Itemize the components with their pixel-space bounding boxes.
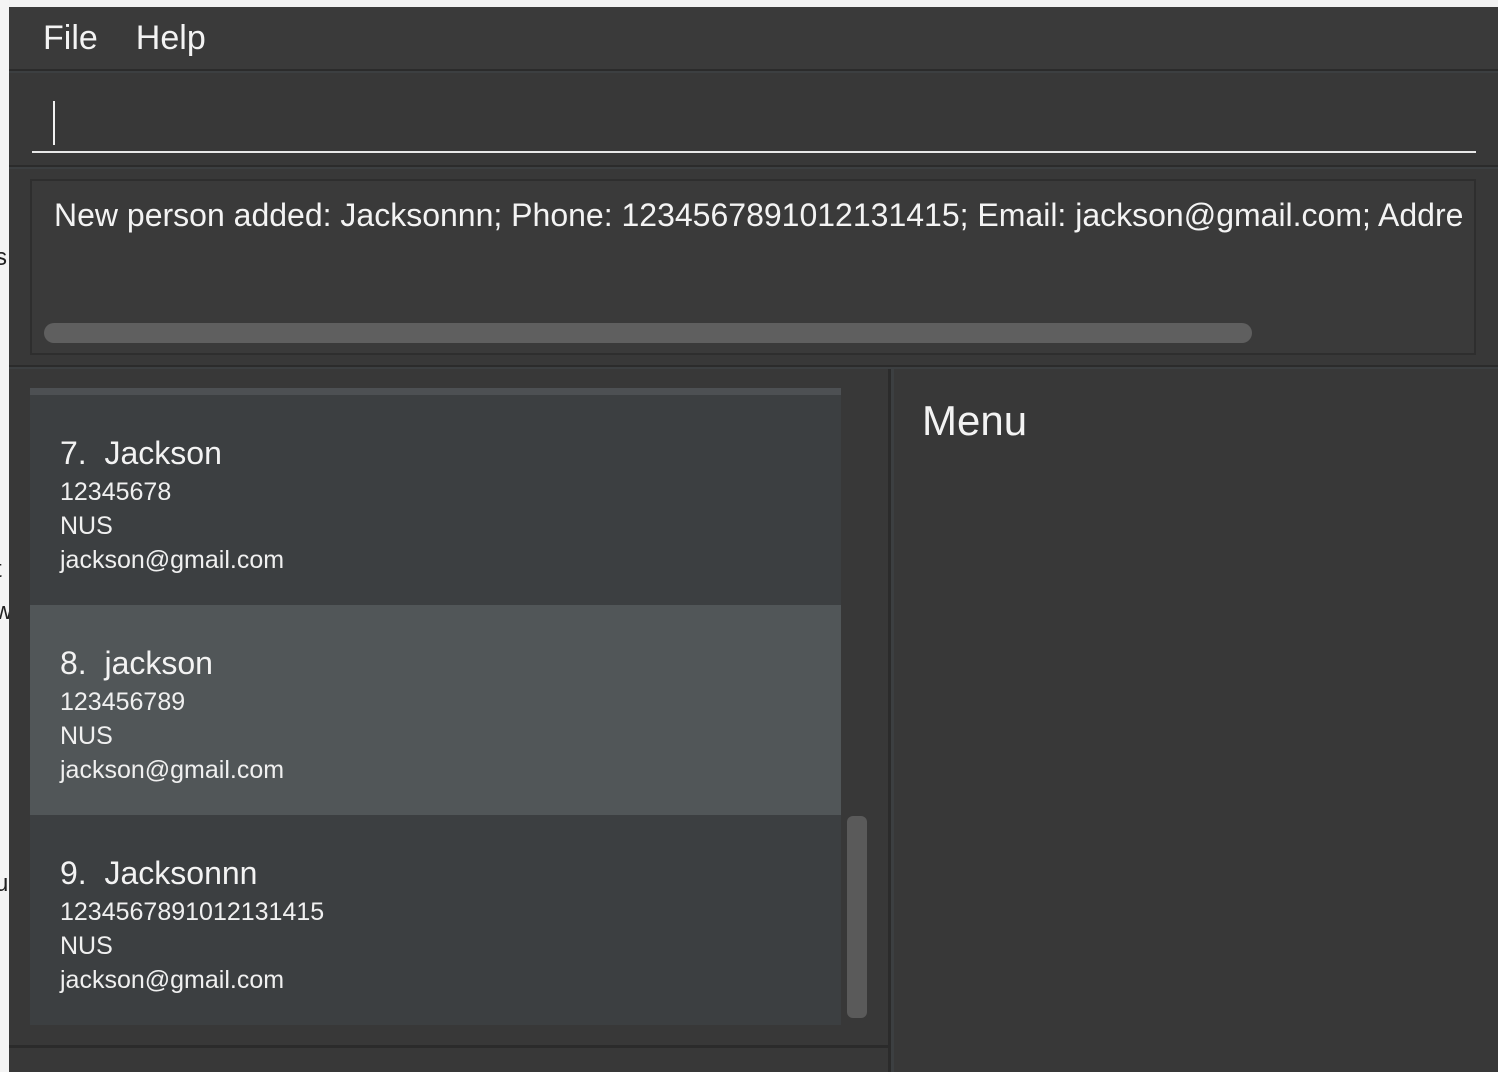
person-card-7[interactable]: 7. Jackson 12345678 NUS jackson@gmail.co… — [30, 395, 841, 605]
command-box-area — [9, 73, 1498, 167]
app-window: File Help New person added: Jacksonnn; P… — [9, 7, 1498, 1072]
person-address: NUS — [60, 932, 113, 960]
person-address: NUS — [60, 512, 113, 540]
menu-help[interactable]: Help — [136, 19, 206, 58]
person-email: jackson@gmail.com — [60, 756, 285, 784]
person-list[interactable]: 7. Jackson 12345678 NUS jackson@gmail.co… — [30, 388, 841, 1025]
desktop-top-edge — [0, 0, 1498, 7]
person-card-8[interactable]: 8. jackson 123456789 NUS jackson@gmail.c… — [30, 605, 841, 815]
person-email: jackson@gmail.com — [60, 546, 285, 574]
person-name: 9. Jacksonnn — [60, 855, 258, 891]
list-partial-row — [30, 388, 841, 395]
list-vertical-scrollbar[interactable] — [847, 816, 867, 1018]
person-address: NUS — [60, 722, 113, 750]
person-list-panel: 7. Jackson 12345678 NUS jackson@gmail.co… — [9, 369, 891, 1072]
result-horizontal-scrollbar[interactable] — [44, 323, 1252, 343]
person-name: 8. jackson — [60, 645, 213, 681]
text-caret — [53, 101, 55, 145]
person-phone: 1234567891012131415 — [60, 898, 325, 926]
result-display[interactable]: New person added: Jacksonnn; Phone: 1234… — [30, 179, 1476, 355]
person-phone: 123456789 — [60, 688, 186, 716]
background-text-fragment: s — [0, 244, 7, 271]
person-phone: 12345678 — [60, 478, 172, 506]
background-text-fragment: w — [0, 598, 9, 625]
person-name: 7. Jackson — [60, 435, 222, 471]
background-text-fragment: u — [0, 870, 9, 897]
background-text-fragment: t — [0, 556, 2, 584]
list-panel-divider — [9, 1045, 891, 1048]
menu-file[interactable]: File — [43, 19, 98, 58]
person-email: jackson@gmail.com — [60, 966, 285, 994]
command-input[interactable] — [32, 89, 1476, 153]
menu-panel: Menu — [894, 369, 1498, 1072]
result-message: New person added: Jacksonnn; Phone: 1234… — [54, 197, 1464, 233]
menu-panel-title: Menu — [922, 397, 1028, 444]
menu-bar: File Help — [9, 7, 1498, 71]
person-card-9[interactable]: 9. Jacksonnn 1234567891012131415 NUS jac… — [30, 815, 841, 1025]
result-display-area: New person added: Jacksonnn; Phone: 1234… — [9, 169, 1498, 367]
background-window-edge: s t w u — [0, 0, 9, 1072]
